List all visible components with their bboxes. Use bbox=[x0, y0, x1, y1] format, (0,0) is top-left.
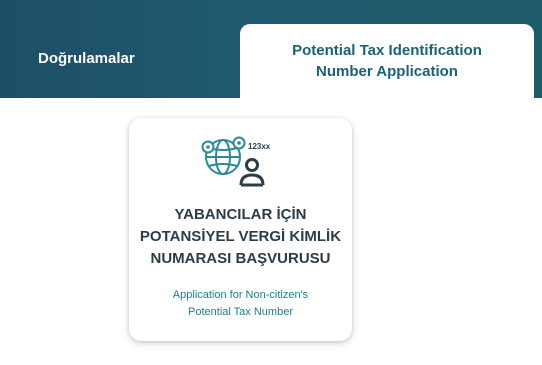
globe-person-number-icon: 123xx bbox=[199, 135, 283, 189]
tab-potential-tax-id-application[interactable]: Potential Tax Identification Number Appl… bbox=[240, 24, 534, 98]
card-subtitle-line-2: Potential Tax Number bbox=[188, 306, 293, 318]
card-subtitle-line-1: Application for Non-citizen's bbox=[172, 289, 309, 301]
tab-verifications[interactable]: Doğrulamalar bbox=[38, 50, 135, 67]
top-tab-bar: Doğrulamalar Potential Tax Identificatio… bbox=[0, 0, 542, 98]
icon-badge-text: 123xx bbox=[248, 142, 271, 151]
card-title: YABANCILAR İÇİN POTANSİYEL VERGİ KİMLİK … bbox=[129, 204, 352, 270]
potential-tax-number-card[interactable]: 123xx YABANCILAR İÇİN POTANSİYEL VERGİ K… bbox=[129, 118, 352, 341]
card-subtitle: Application for Non-citizen's Potential … bbox=[129, 287, 352, 321]
card-title-line-3: NUMARASI BAŞVURUSU bbox=[150, 250, 331, 267]
tab-active-label: Potential Tax Identification Number Appl… bbox=[292, 42, 482, 80]
card-title-line-1: YABANCILAR İÇİN bbox=[174, 206, 307, 223]
card-title-line-2: POTANSİYEL VERGİ KİMLİK bbox=[139, 228, 342, 245]
